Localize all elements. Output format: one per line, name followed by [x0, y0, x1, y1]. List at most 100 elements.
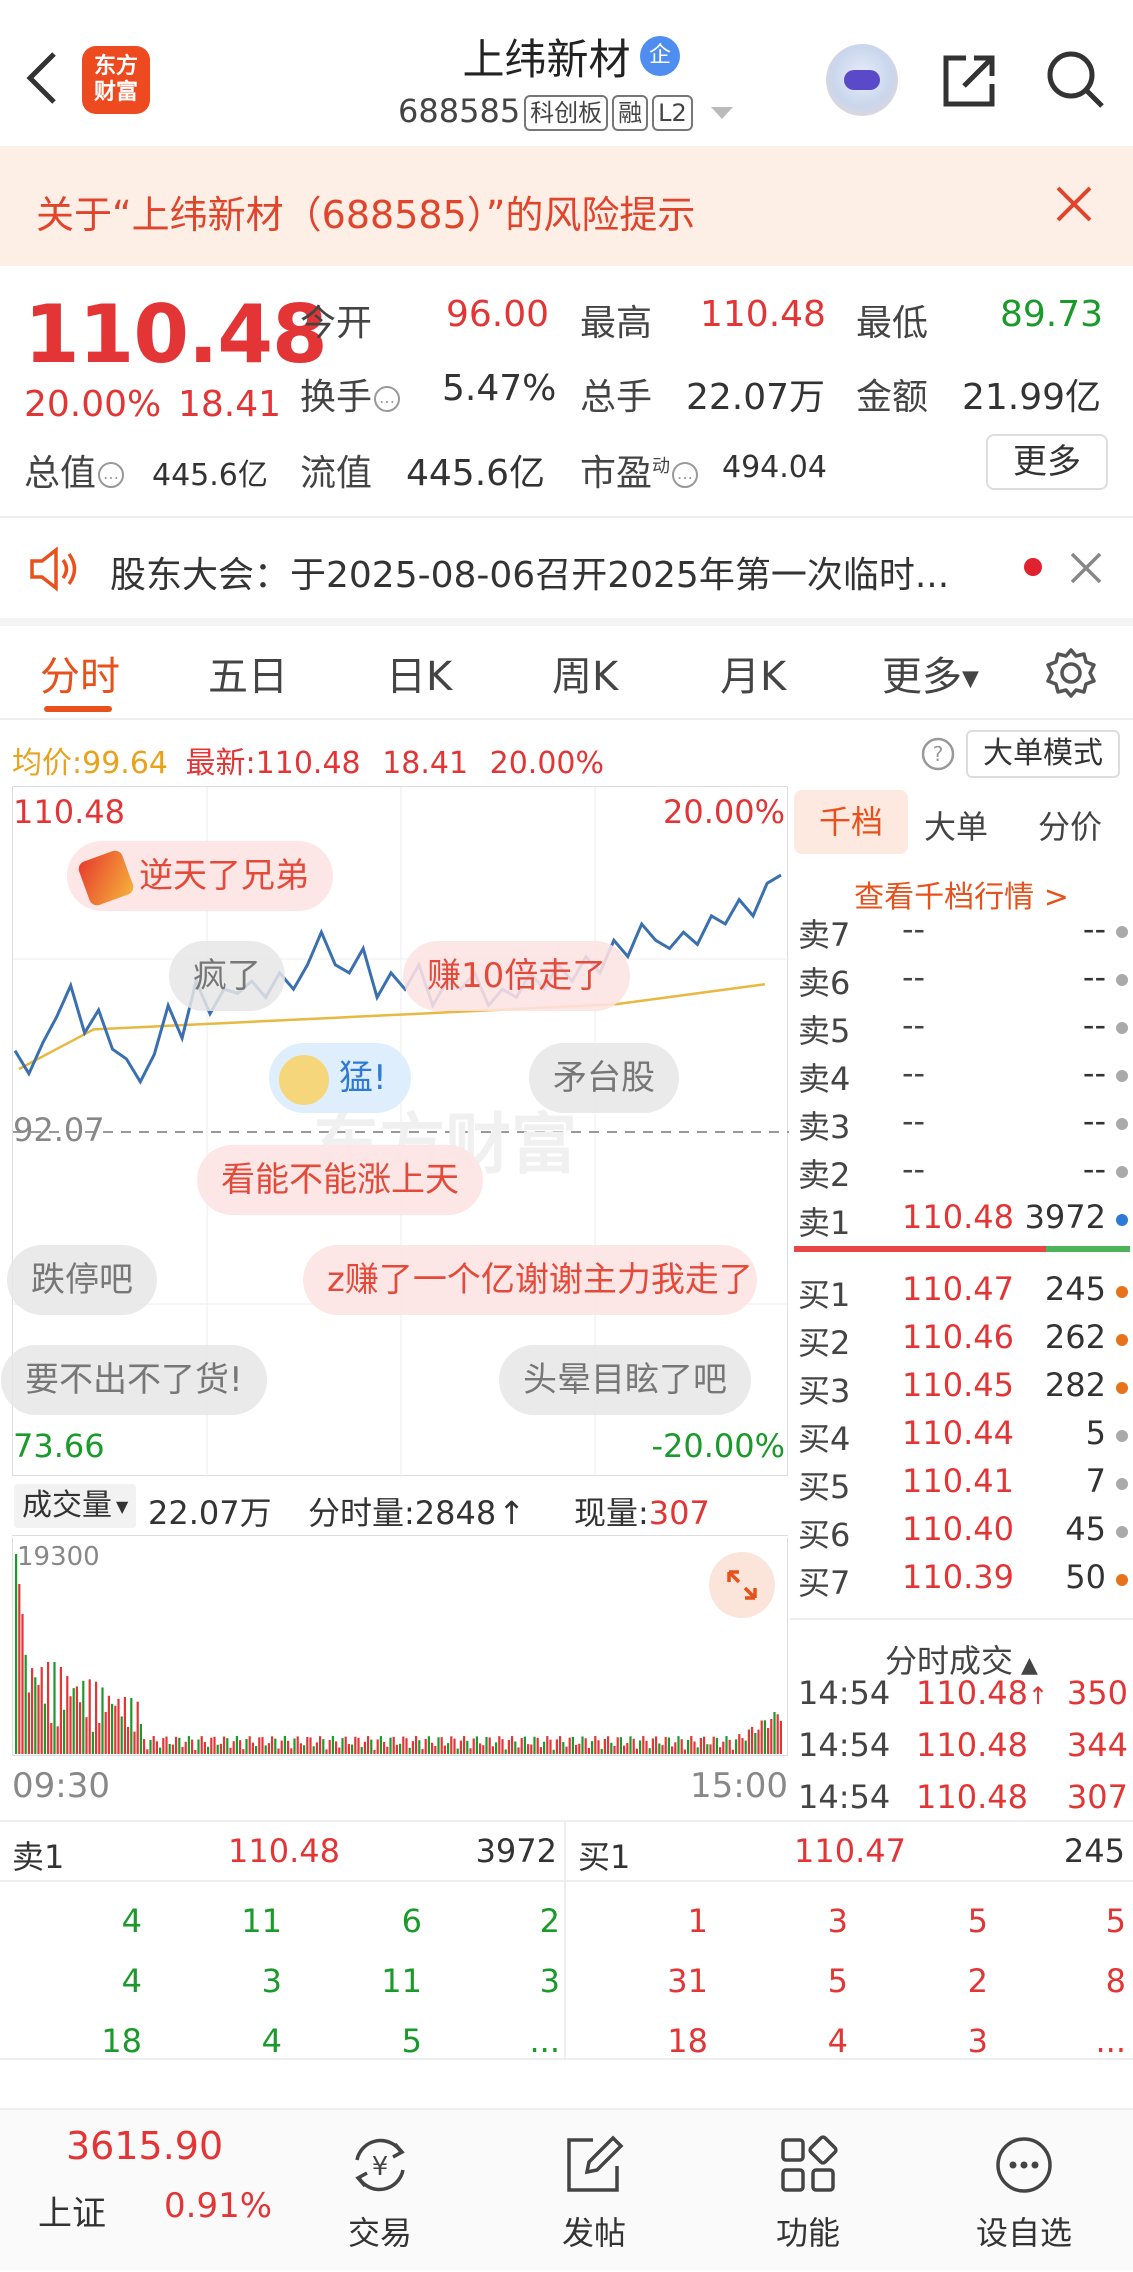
info-icon[interactable]: …	[374, 386, 401, 412]
tab-weekly-k[interactable]: 周K	[552, 644, 618, 702]
more-button[interactable]: 更多	[986, 434, 1108, 490]
info-icon[interactable]: …	[672, 462, 699, 488]
side-tab-big-order[interactable]: 大单	[924, 802, 988, 848]
volume-bar	[504, 1749, 507, 1754]
asks-level-row[interactable]: 卖6 -- --	[798, 958, 1128, 1006]
tab-daily-k[interactable]: 日K	[386, 644, 452, 702]
volume-bar	[283, 1736, 286, 1754]
nav-watchlist[interactable]: 设自选	[954, 2130, 1094, 2254]
settings-icon[interactable]	[1044, 646, 1098, 700]
danmaku-chip[interactable]: 疯了	[169, 941, 285, 1011]
expand-button[interactable]	[709, 1552, 775, 1618]
level-dot	[1116, 1574, 1128, 1586]
side-tab-price-dist[interactable]: 分价	[1038, 802, 1102, 848]
bids-level-row[interactable]: 买7 110.39 50	[798, 1558, 1128, 1606]
bids-level-row[interactable]: 买2 110.46 262	[798, 1318, 1128, 1366]
volume-max-label: 19300	[17, 1542, 100, 1572]
turnover-label: 换手…	[300, 368, 401, 420]
queue-buy-label: 买1	[578, 1838, 631, 1876]
danmaku-chip[interactable]: 要不出不了货!	[1, 1345, 267, 1415]
indicator-dropdown[interactable]: 成交量 ▼	[14, 1484, 137, 1528]
queue-sell-cell: ...	[529, 2022, 560, 2060]
period-tabs: 分时 五日 日K 周K 月K 更多▼	[0, 626, 1133, 720]
volume-bar	[722, 1741, 725, 1754]
volume-bar	[552, 1749, 555, 1754]
asks-level-row[interactable]: 卖1 110.48 3972	[798, 1198, 1128, 1246]
amount-label: 金额	[856, 377, 929, 418]
volume-bar	[56, 1726, 59, 1754]
danmaku-chip[interactable]: z赚了一个亿谢谢主力我走了	[303, 1245, 757, 1315]
level-dot	[1116, 1382, 1128, 1394]
speaker-icon	[30, 546, 77, 592]
notice-text[interactable]: 股东大会：于2025-08-06召开2025年第一次临时...	[110, 546, 949, 598]
danmaku-chip[interactable]: 看能不能涨上天	[197, 1145, 483, 1215]
queue-sell-cell: 18	[101, 2022, 142, 2060]
volume-bar	[59, 1666, 62, 1754]
bids-level-row[interactable]: 买6 110.40 45	[798, 1510, 1128, 1558]
risk-banner-text[interactable]: 关于“上纬新材（688585）”的风险提示	[36, 184, 695, 239]
share-icon[interactable]	[940, 50, 1000, 110]
volume-bar	[27, 1692, 30, 1754]
dropdown-icon[interactable]	[709, 103, 735, 123]
help-icon[interactable]: ?	[920, 736, 956, 772]
asks-level-row[interactable]: 卖4 -- --	[798, 1054, 1128, 1102]
tab-intraday[interactable]: 分时	[40, 644, 120, 702]
nav-trade[interactable]: ¥ 交易	[310, 2130, 450, 2254]
asks-level-row[interactable]: 卖7 -- --	[798, 910, 1128, 958]
bids-level-row[interactable]: 买3 110.45 282	[798, 1366, 1128, 1414]
side-tab-depth[interactable]: 千档	[794, 790, 908, 854]
volume-bar	[523, 1736, 526, 1754]
volume-bar	[770, 1719, 773, 1754]
notice-bar[interactable]: 股东大会：于2025-08-06召开2025年第一次临时...	[0, 518, 1133, 618]
volume-bar	[386, 1746, 389, 1754]
big-order-mode-button[interactable]: 大单模式	[966, 730, 1120, 778]
danmaku-chip[interactable]: 逆天了兄弟	[67, 841, 333, 911]
close-icon[interactable]	[1068, 550, 1104, 586]
asks-level-row[interactable]: 卖3 -- --	[798, 1102, 1128, 1150]
danmaku-chip[interactable]: 矛台股	[529, 1043, 679, 1113]
volume-bar	[559, 1736, 562, 1754]
volume-bar	[533, 1736, 536, 1754]
search-icon[interactable]	[1044, 48, 1106, 110]
volume-bar	[485, 1736, 488, 1754]
tab-monthly-k[interactable]: 月K	[720, 644, 786, 702]
asks-level-row[interactable]: 卖2 -- --	[798, 1150, 1128, 1198]
nav-function[interactable]: 功能	[738, 2130, 878, 2254]
volume-bar	[258, 1737, 261, 1754]
bids-level-row[interactable]: 买5 110.41 7	[798, 1462, 1128, 1510]
rabbit-avatar-icon	[279, 1054, 329, 1105]
bids-level-row[interactable]: 买4 110.44 5	[798, 1414, 1128, 1462]
asks-level-row[interactable]: 卖5 -- --	[798, 1006, 1128, 1054]
volume-bar	[731, 1749, 734, 1754]
volume-bar	[373, 1749, 376, 1754]
index-ticker[interactable]: 3615.90 上证 0.91%	[0, 2110, 290, 2272]
danmaku-chip[interactable]: 跌停吧	[7, 1245, 157, 1315]
danmaku-chip[interactable]: 头晕目眩了吧	[499, 1345, 751, 1415]
level-price: 110.48	[902, 1198, 1014, 1236]
tab-more[interactable]: 更多▼	[882, 644, 979, 702]
volume-bar	[434, 1745, 437, 1754]
danmaku-chip[interactable]: 猛!	[269, 1043, 411, 1113]
risk-banner[interactable]: 关于“上纬新材（688585）”的风险提示	[0, 146, 1133, 266]
volume-bar	[469, 1748, 472, 1754]
assistant-avatar[interactable]	[826, 44, 898, 116]
queue-buy-cell: 3	[967, 2022, 988, 2060]
bids-level-row[interactable]: 买1 110.47 245	[798, 1270, 1128, 1318]
volume-bar	[287, 1740, 290, 1754]
volume-chart[interactable]: 19300	[12, 1538, 788, 1756]
avg-summary: 均价:99.64 最新:110.48 18.41 20.00%	[12, 746, 605, 781]
tab-five-day[interactable]: 五日	[208, 644, 288, 702]
level-name: 卖3	[798, 1108, 851, 1146]
volume-bar	[760, 1720, 763, 1754]
volume-bar	[427, 1736, 430, 1754]
level-price: 110.41	[902, 1462, 1014, 1500]
danmaku-chip[interactable]: 赚10倍走了	[403, 941, 631, 1011]
info-icon[interactable]: …	[98, 462, 125, 488]
level-name: 买7	[798, 1564, 851, 1602]
close-icon[interactable]	[1052, 182, 1096, 226]
volume-bar	[367, 1736, 370, 1754]
volume-bar	[591, 1741, 594, 1754]
intraday-chart[interactable]: 东方财富 110.48 20.00% 92.07 73.66 -20.00% 逆…	[1, 786, 789, 1477]
nav-post[interactable]: 发帖	[524, 2130, 664, 2254]
volume-bar	[562, 1742, 565, 1754]
